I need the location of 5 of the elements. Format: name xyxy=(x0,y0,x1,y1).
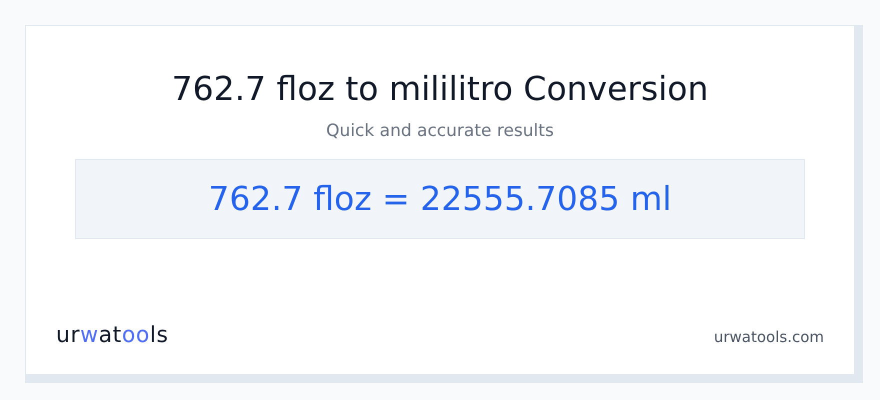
conversion-result: 762.7 floz = 22555.7085 ml xyxy=(208,178,672,220)
subtitle: Quick and accurate results xyxy=(326,120,554,144)
site-url: urwatools.com xyxy=(714,326,824,348)
logo: urwatools xyxy=(56,322,169,350)
page-title: 762.7 floz to mililitro Conversion xyxy=(172,68,708,110)
